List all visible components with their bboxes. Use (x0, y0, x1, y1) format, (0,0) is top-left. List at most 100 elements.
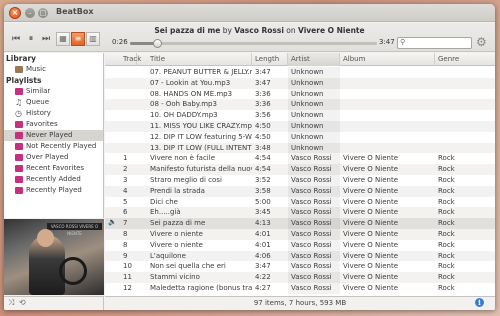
table-row[interactable]: 2 Manifesto futurista della nuova 4:54 Vasc… (105, 164, 495, 175)
table-row[interactable]: 🔈 7 Sei pazza di me 4:13 Vasco Rossi Vivere O… (105, 218, 495, 229)
column-header-artist[interactable]: Artist (288, 53, 340, 66)
cell-album: Vivere O Niente (343, 219, 398, 228)
sidebar-item-label: Over Played (26, 153, 69, 161)
track-table: Track Title Length Artist Album Genre 07… (105, 53, 495, 296)
cell-title: Dici che (150, 197, 178, 206)
table-row[interactable]: 11. MISS YOU LIKE CRAZY.mp3 4:50 Unknown (105, 120, 495, 132)
sidebar: Library Music Playlists Similar ♫ Queue ◷ Hi… (4, 53, 104, 218)
cell-title: 07. PEANUT BUTTER & JELLY.mp3 (150, 68, 252, 76)
clock-icon: ◷ (15, 109, 22, 118)
cell-album: Vivere O Niente (343, 154, 398, 163)
cell-title: L'aquilone (150, 251, 186, 260)
cell-length: 3:36 (255, 89, 271, 98)
sidebar-item-recently-added[interactable]: Recently Added (4, 174, 103, 185)
sidebar-item-label: Music (26, 65, 46, 73)
sidebar-item-similar[interactable]: Similar (4, 86, 103, 97)
cell-genre: Rock (438, 175, 455, 184)
sidebar-item-label: Never Played (26, 131, 73, 139)
next-icon[interactable]: ⏭ (40, 33, 52, 45)
table-row[interactable]: 10 Non sei quella che eri 3:47 Vasco Rossi V… (105, 261, 495, 273)
column-view-icon[interactable]: ▥ (86, 32, 100, 46)
sidebar-item-favorites[interactable]: Favorites (4, 119, 103, 130)
sidebar-item-over-played[interactable]: Over Played (4, 152, 103, 163)
maximize-button[interactable]: □ (38, 8, 48, 18)
column-header-album[interactable]: Album (340, 53, 435, 66)
sidebar-item-never-played[interactable]: Never Played (4, 130, 103, 141)
cell-track: 7 (123, 219, 128, 228)
cell-album (340, 132, 435, 143)
cell-title: 08 - Ooh Baby.mp3 (150, 100, 217, 109)
minimize-button[interactable]: – (25, 8, 35, 18)
cell-genre: Rock (438, 197, 455, 206)
table-row[interactable]: 07. PEANUT BUTTER & JELLY.mp33:47 Unknown (105, 67, 495, 78)
repeat-icon[interactable]: ⟲ (19, 298, 26, 307)
seek-bar[interactable] (130, 39, 377, 48)
table-row[interactable]: 12. DIP IT LOW featuring 5-WARD4:50 Unkno… (105, 131, 495, 143)
cell-length: 4:54 (255, 165, 271, 174)
column-header-title[interactable]: Title (147, 53, 252, 66)
table-row[interactable]: 3 Straro meglio di cosi 3:52 Vasco Rossi Viv… (105, 174, 495, 186)
cell-artist: Unknown (288, 110, 340, 121)
close-button[interactable]: × (9, 7, 21, 19)
playlist-icon (15, 165, 23, 172)
sidebar-item-label: Recent Favorites (26, 164, 85, 172)
album-cover-text: VASCO ROSSI VIVERE O NIENTE (47, 223, 102, 236)
sidebar-item-queue[interactable]: ♫ Queue (4, 97, 103, 108)
time-elapsed: 0:26 (112, 38, 128, 46)
sidebar-item-label: Queue (26, 98, 49, 106)
table-row[interactable]: 08 - Ooh Baby.mp3 3:36 Unknown (105, 99, 495, 111)
cell-artist: Vasco Rossi (288, 164, 340, 175)
cell-track (120, 99, 147, 110)
table-row[interactable]: 12 Maledetta ragione (bonus track) 4:27 Vas… (105, 282, 495, 294)
sidebar-item-music[interactable]: Music (4, 64, 103, 75)
list-view-icon[interactable]: ≡ (71, 32, 85, 46)
gear-icon[interactable]: ⚙ (476, 35, 487, 49)
seek-handle[interactable] (153, 39, 163, 48)
table-row[interactable]: 11 Stammi vicino 4:22 Vasco Rossi Vivere O N… (105, 272, 495, 283)
cell-artist: Unknown (288, 142, 340, 154)
previous-icon[interactable]: ⏮ (10, 33, 22, 45)
cell-title: 07 - Lookin at You.mp3 (150, 78, 231, 87)
table-row[interactable]: 6 Eh.....già 3:45 Vasco Rossi Vivere O Nient… (105, 207, 495, 219)
search-input[interactable] (397, 37, 472, 49)
cell-length: 4:06 (255, 251, 271, 260)
cell-artist: Vasco Rossi (288, 185, 340, 197)
table-row[interactable]: 9 L'aquilone 4:06 Vasco Rossi Vivere O Nient… (105, 250, 495, 262)
table-row[interactable]: 08. HANDS ON ME.mp3 3:36 Unknown (105, 88, 495, 100)
pause-icon[interactable]: ⏸ (25, 33, 37, 45)
table-row[interactable]: 07 - Lookin at You.mp3 3:47 Unknown (105, 77, 495, 89)
sidebar-item-history[interactable]: ◷ History (4, 108, 103, 119)
cell-length: 4:13 (255, 219, 271, 228)
sidebar-item-not-recently-played[interactable]: Not Recently Played (4, 141, 103, 152)
cell-artist: Vasco Rossi (288, 153, 340, 165)
cell-album: Vivere O Niente (343, 229, 398, 238)
cell-track: 4 (123, 186, 128, 195)
library-header: Library (6, 54, 37, 63)
sidebar-item-recently-played[interactable]: Recently Played (4, 185, 103, 196)
cell-album (340, 143, 435, 154)
table-row[interactable]: 4 Prendi la strada 3:58 Vasco Rossi Vivere O… (105, 185, 495, 197)
table-row[interactable]: 13. DIP IT LOW (FULL INTENTION3:48 Unknow… (105, 142, 495, 154)
column-header-track[interactable]: Track (120, 53, 141, 66)
grid-view-icon[interactable]: ▦ (56, 32, 70, 46)
sidebar-footer: ⤨ ⟲ (4, 296, 104, 310)
cell-artist: Unknown (288, 131, 340, 143)
playlists-header: Playlists (6, 76, 42, 85)
shuffle-icon[interactable]: ⤨ (8, 298, 14, 308)
column-header-genre[interactable]: Genre (435, 53, 495, 66)
cell-album (340, 67, 435, 78)
info-icon[interactable]: i (475, 298, 484, 307)
table-row[interactable]: 8 Vivere o niente 4:01 Vasco Rossi Vivere O … (105, 228, 495, 240)
cell-track (120, 78, 147, 89)
table-row[interactable]: 10. OH DADDY.mp3 3:56 Unknown (105, 110, 495, 121)
cell-genre: Rock (438, 229, 455, 238)
now-playing-artist: Vasco Rossi (234, 26, 284, 35)
sidebar-item-recent-favorites[interactable]: Recent Favorites (4, 163, 103, 174)
cell-artist: Vasco Rossi (288, 282, 340, 294)
cell-artist: Vasco Rossi (288, 174, 340, 186)
cell-track: 2 (123, 165, 128, 174)
table-row[interactable]: 1 Vivere non è facile 4:54 Vasco Rossi Viver… (105, 153, 495, 165)
table-row[interactable]: 8 Vivere o niente 4:01 Vasco Rossi Vivere O … (105, 239, 495, 251)
table-row[interactable]: 5 Dici che 5:00 Vasco Rossi Vivere O Niente R… (105, 196, 495, 208)
column-header-length[interactable]: Length (252, 53, 288, 66)
